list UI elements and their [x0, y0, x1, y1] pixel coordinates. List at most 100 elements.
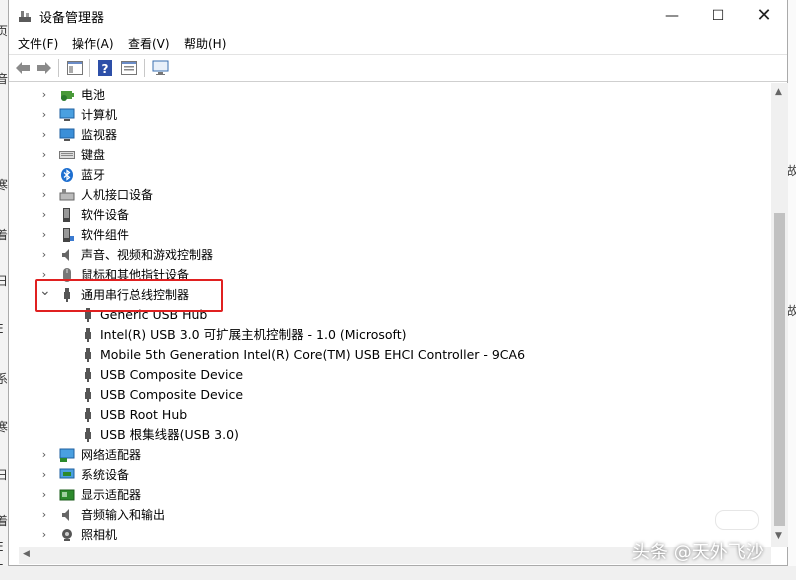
category-label: 网络适配器 — [81, 448, 142, 462]
usb-icon — [85, 348, 91, 362]
console-tree-icon — [67, 61, 83, 75]
usb-device-item[interactable]: USB Root Hub — [19, 405, 759, 425]
tree-node-computer[interactable]: › 计算机 — [19, 105, 759, 125]
tree-node-audio-io[interactable]: › 音频输入和输出 — [19, 505, 759, 525]
category-label: 人机接口设备 — [81, 188, 154, 202]
system-device-icon — [59, 468, 75, 479]
software-device-icon — [63, 208, 70, 222]
device-tree: › 电池 › 计算机 › 监视器 › 键盘 › 蓝牙 › 人机接口设备 › 软件… — [19, 83, 771, 547]
display-adapter-icon — [59, 489, 75, 501]
tree-node-display-adapter[interactable]: › 显示适配器 — [19, 485, 759, 505]
category-label: 显示适配器 — [81, 488, 142, 502]
title-bar[interactable]: 设备管理器 — ☐ ✕ — [9, 0, 787, 32]
help-button[interactable]: ? — [95, 59, 115, 77]
tree-node-network-adapter[interactable]: › 网络适配器 — [19, 445, 759, 465]
menu-action[interactable]: 操作(A) — [72, 35, 114, 52]
battery-icon — [61, 91, 74, 101]
monitor-scan-icon — [152, 60, 169, 75]
tree-node-battery[interactable]: › 电池 — [19, 85, 759, 105]
forward-button[interactable] — [34, 59, 54, 77]
menu-file[interactable]: 文件(F) — [18, 35, 58, 52]
tree-node-hid[interactable]: › 人机接口设备 — [19, 185, 759, 205]
tree-node-bluetooth[interactable]: › 蓝牙 — [19, 165, 759, 185]
category-label: 声音、视频和游戏控制器 — [81, 248, 214, 262]
window-title: 设备管理器 — [39, 11, 105, 26]
toolbar-separator — [58, 59, 59, 77]
usb-icon — [85, 328, 91, 342]
scroll-left-icon[interactable]: ◀ — [23, 549, 30, 559]
tree-node-software-component[interactable]: › 软件组件 — [19, 225, 759, 245]
toolbar: ? — [9, 54, 787, 82]
tree-node-software-device[interactable]: › 软件设备 — [19, 205, 759, 225]
back-button[interactable] — [13, 59, 33, 77]
watermark: 头条 @天外飞沙 — [632, 542, 764, 563]
expand-chevron[interactable]: › — [39, 125, 49, 145]
vertical-scrollbar[interactable]: ▲ ▼ — [771, 83, 788, 547]
expand-chevron[interactable]: › — [39, 485, 49, 505]
arrow-right-icon — [37, 62, 51, 74]
expand-chevron[interactable]: › — [39, 445, 49, 465]
audio-icon — [62, 509, 69, 521]
edge-text: 故 — [787, 304, 796, 318]
status-bar — [0, 566, 796, 580]
usb-device-item[interactable]: USB Composite Device — [19, 385, 759, 405]
menu-view[interactable]: 查看(V) — [128, 35, 170, 52]
edge-text: 系 — [0, 370, 8, 387]
expand-chevron[interactable]: › — [39, 85, 49, 105]
usb-icon — [85, 428, 91, 442]
usb-device-item[interactable]: Intel(R) USB 3.0 可扩展主机控制器 - 1.0 (Microso… — [19, 325, 759, 345]
menu-bar: 文件(F) 操作(A) 查看(V) 帮助(H) — [9, 32, 787, 54]
scan-hardware-button[interactable] — [151, 59, 171, 77]
tree-node-sound[interactable]: › 声音、视频和游戏控制器 — [19, 245, 759, 265]
tree-node-monitor[interactable]: › 监视器 — [19, 125, 759, 145]
tree-node-system-device[interactable]: › 系统设备 — [19, 465, 759, 485]
edge-text: 故 — [787, 164, 796, 178]
show-hide-tree-button[interactable] — [65, 59, 85, 77]
category-label: 键盘 — [81, 148, 106, 162]
expand-chevron[interactable]: › — [39, 145, 49, 165]
tree-node-keyboard[interactable]: › 键盘 — [19, 145, 759, 165]
help-icon: ? — [98, 60, 112, 76]
expand-chevron[interactable]: › — [39, 245, 49, 265]
toolbar-separator — [144, 59, 145, 77]
usb-device-item[interactable]: Mobile 5th Generation Intel(R) Core(TM) … — [19, 345, 759, 365]
svg-text:?: ? — [102, 62, 109, 76]
scroll-up-icon[interactable]: ▲ — [775, 87, 782, 97]
expand-chevron[interactable]: › — [39, 505, 49, 525]
usb-icon — [85, 368, 91, 382]
toolbar-separator — [89, 59, 90, 77]
usb-icon — [85, 408, 91, 422]
category-label: 照相机 — [81, 528, 118, 542]
usb-device-item[interactable]: USB Composite Device — [19, 365, 759, 385]
expand-chevron[interactable]: › — [39, 205, 49, 225]
category-label: 蓝牙 — [81, 168, 106, 182]
close-button[interactable]: ✕ — [741, 0, 787, 32]
expand-chevron[interactable]: › — [39, 465, 49, 485]
category-label: 软件设备 — [81, 208, 130, 222]
scroll-thumb[interactable] — [774, 213, 785, 526]
edge-text: 页 — [0, 22, 8, 39]
usb-device-item[interactable]: USB 根集线器(USB 3.0) — [19, 425, 759, 445]
expand-chevron[interactable]: › — [39, 105, 49, 125]
camera-icon — [62, 529, 72, 541]
device-label: USB Composite Device — [100, 367, 244, 382]
device-label: USB Root Hub — [100, 407, 188, 422]
menu-help[interactable]: 帮助(H) — [184, 35, 226, 52]
scroll-down-icon[interactable]: ▼ — [775, 531, 782, 541]
minimize-button[interactable]: — — [649, 0, 695, 32]
edge-text: 音 — [0, 70, 8, 87]
maximize-button[interactable]: ☐ — [695, 0, 741, 32]
properties-button[interactable] — [119, 59, 139, 77]
device-manager-window: 设备管理器 — ☐ ✕ 文件(F) 操作(A) 查看(V) 帮助(H) ? › … — [8, 0, 788, 566]
device-label: Mobile 5th Generation Intel(R) Core(TM) … — [100, 347, 526, 362]
expand-chevron[interactable]: › — [39, 185, 49, 205]
speaker-icon — [62, 249, 69, 261]
edge-text: E — [0, 322, 4, 336]
expand-chevron[interactable]: › — [39, 165, 49, 185]
edge-text: 寒 — [0, 418, 8, 435]
properties-icon — [121, 61, 137, 75]
expand-chevron[interactable]: › — [39, 525, 49, 545]
edge-text: 日 — [0, 272, 8, 289]
expand-chevron[interactable]: › — [39, 225, 49, 245]
faint-badge — [715, 510, 759, 530]
